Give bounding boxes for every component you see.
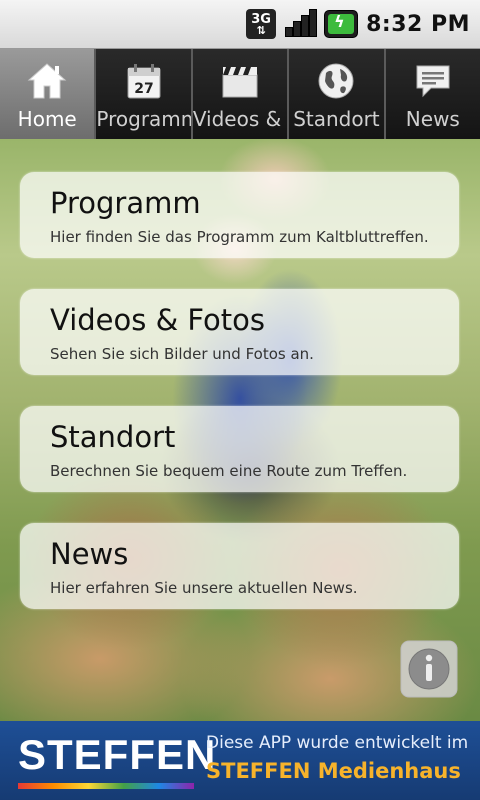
- clock: 8:32 PM: [366, 11, 470, 37]
- footer-text-line2: STEFFEN Medienhaus: [206, 759, 461, 783]
- tab-standort[interactable]: Standort: [289, 49, 386, 139]
- logo-color-stripe: [18, 783, 194, 789]
- tab-label: Home: [17, 107, 77, 131]
- tab-label: Videos & Fotos: [192, 107, 287, 131]
- tab-label: Programm: [96, 107, 191, 131]
- menu-card-programm[interactable]: Programm Hier finden Sie das Programm zu…: [20, 172, 459, 258]
- tab-videos-fotos[interactable]: Videos & Fotos: [192, 49, 290, 139]
- steffen-logo: STEFFEN: [18, 731, 217, 778]
- card-title: Standort: [50, 420, 176, 454]
- tab-bar: Home 27 Programm Videos & Fotos: [0, 49, 480, 139]
- footer-banner[interactable]: STEFFEN Diese APP wurde entwickelt im ST…: [0, 721, 480, 800]
- info-icon: [400, 640, 458, 698]
- data-arrows-icon: ⇅: [256, 23, 266, 37]
- tab-label: Standort: [293, 107, 380, 131]
- status-icons: 3G ⇅ ϟ 8:32 PM: [246, 8, 470, 40]
- clapperboard-icon: [218, 59, 262, 103]
- tab-label: News: [405, 107, 460, 131]
- status-bar: 3G ⇅ ϟ 8:32 PM: [0, 0, 480, 49]
- battery-charging-icon: ϟ: [324, 10, 359, 38]
- menu-card-news[interactable]: News Hier erfahren Sie unsere aktuellen …: [20, 523, 459, 609]
- tab-programm[interactable]: 27 Programm: [96, 49, 193, 139]
- calendar-icon: 27: [122, 59, 166, 103]
- menu-card-videos-fotos[interactable]: Videos & Fotos Sehen Sie sich Bilder und…: [20, 289, 459, 375]
- tab-news[interactable]: News: [385, 49, 480, 139]
- tab-home[interactable]: Home: [0, 49, 97, 139]
- card-title: Videos & Fotos: [50, 303, 266, 337]
- info-button[interactable]: [400, 640, 458, 698]
- footer-text-line1: Diese APP wurde entwickelt im: [206, 733, 469, 753]
- card-title: Programm: [50, 186, 201, 220]
- calendar-day: 27: [134, 81, 153, 97]
- speech-bubble-icon: [411, 59, 455, 103]
- menu-card-standort[interactable]: Standort Berechnen Sie bequem eine Route…: [20, 406, 459, 492]
- globe-icon: [314, 59, 358, 103]
- card-subtitle: Hier erfahren Sie unsere aktuellen News.: [50, 579, 358, 597]
- home-icon: [25, 59, 69, 103]
- card-subtitle: Sehen Sie sich Bilder und Fotos an.: [50, 345, 314, 363]
- network-3g-icon: 3G ⇅: [246, 9, 277, 39]
- card-subtitle: Berechnen Sie bequem eine Route zum Tref…: [50, 462, 408, 480]
- signal-strength-icon: [284, 9, 318, 39]
- card-title: News: [50, 537, 129, 571]
- card-subtitle: Hier finden Sie das Programm zum Kaltblu…: [50, 228, 429, 246]
- background-photo: Programm Hier finden Sie das Programm zu…: [0, 139, 480, 721]
